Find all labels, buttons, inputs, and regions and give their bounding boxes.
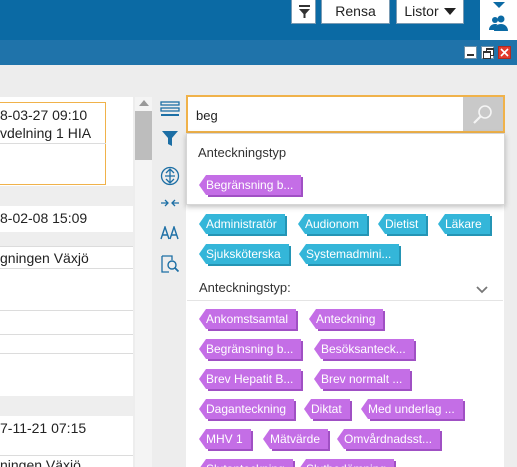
note-type-section-title: Anteckningstyp:	[199, 280, 291, 295]
filter-toggle-button[interactable]	[291, 0, 316, 24]
entry-unit: gningen Växjö	[0, 250, 89, 266]
search-input[interactable]	[196, 105, 456, 125]
filter-button[interactable]	[157, 130, 183, 154]
note-type-tag[interactable]: Brev normalt ...	[313, 369, 411, 389]
note-type-tag[interactable]: Daganteckning	[198, 399, 295, 419]
divider	[187, 300, 503, 301]
preview-button[interactable]	[157, 255, 183, 279]
tool-column	[157, 97, 183, 467]
chevron-down-icon	[493, 2, 505, 8]
note-type-tag[interactable]: Begränsning b...	[198, 339, 302, 359]
suggestion-group-title: Anteckningstyp	[198, 145, 287, 160]
entry-unit: vdelning 1 HIA	[0, 125, 92, 141]
note-type-tag[interactable]: Besöksanteck...	[314, 339, 414, 359]
close-icon[interactable]	[498, 46, 511, 59]
note-type-tag[interactable]: Slutanteckning	[199, 459, 293, 467]
entry-timestamp: 8-03-27 09:10	[0, 107, 88, 123]
role-tag[interactable]: Läkare	[438, 214, 490, 234]
divider	[0, 353, 133, 354]
list-icon	[157, 101, 183, 117]
scroll-thumb[interactable]	[135, 111, 152, 160]
clear-button[interactable]: Rensa	[321, 0, 390, 24]
divider	[0, 268, 133, 269]
entry-timestamp: 7-11-21 07:15	[0, 420, 87, 436]
note-type-tag[interactable]: Diktat	[304, 399, 350, 419]
note-type-tag[interactable]: MHV 1	[199, 429, 251, 449]
funnel-icon	[157, 130, 183, 148]
divider	[0, 334, 133, 335]
role-tag[interactable]: Dietist	[377, 214, 427, 234]
compact-view-button[interactable]	[157, 198, 183, 222]
divider	[0, 143, 106, 144]
arrows-in-icon	[157, 198, 183, 208]
note-type-tag[interactable]: Brev Hepatit B...	[198, 369, 302, 389]
minimize-icon[interactable]	[464, 46, 477, 59]
divider	[0, 232, 133, 246]
window-title-bar	[0, 40, 517, 65]
text-size-button[interactable]	[157, 226, 183, 250]
expand-collapse-icon	[157, 166, 183, 186]
entry-timestamp: 8-02-08 15:09	[0, 210, 88, 226]
note-type-tag[interactable]: Mätvärde	[262, 429, 329, 449]
divider	[0, 246, 133, 247]
note-type-tag[interactable]: Omvårdnadsst...	[336, 429, 441, 449]
note-type-tag[interactable]: Ankomstsamtal	[198, 309, 297, 329]
role-tag[interactable]: Audionom	[297, 214, 368, 234]
expand-collapse-button[interactable]	[157, 166, 183, 190]
maximize-icon[interactable]	[481, 46, 494, 59]
divider	[0, 310, 133, 311]
role-tag[interactable]: Administratör	[199, 214, 285, 234]
text-size-icon	[157, 226, 183, 240]
scroll-up-icon[interactable]	[139, 100, 149, 106]
search-button[interactable]	[463, 97, 503, 131]
note-type-tag[interactable]: Anteckning	[308, 309, 384, 329]
user-panel-tab[interactable]	[480, 0, 517, 40]
role-tag[interactable]: Sjuksköterska	[199, 244, 289, 264]
zoom-document-icon	[157, 255, 183, 273]
chevron-down-icon	[443, 8, 456, 15]
divider	[0, 455, 133, 456]
role-tag[interactable]: Systemadmini...	[298, 244, 400, 264]
divider	[0, 396, 133, 416]
list-view-button[interactable]	[157, 101, 183, 125]
entry-unit: ningen Växjö	[0, 457, 81, 467]
search-box[interactable]	[186, 95, 505, 133]
chevron-down-icon[interactable]	[476, 282, 488, 297]
suggestion-tag[interactable]: Begränsning b...	[198, 175, 302, 195]
lists-dropdown-button[interactable]: Listor	[396, 0, 464, 24]
note-type-tag[interactable]: Med underlag ...	[361, 399, 463, 419]
divider	[0, 186, 133, 206]
journal-scrollbar[interactable]	[135, 97, 152, 467]
note-type-tag[interactable]: Slutbedömning	[298, 459, 395, 467]
